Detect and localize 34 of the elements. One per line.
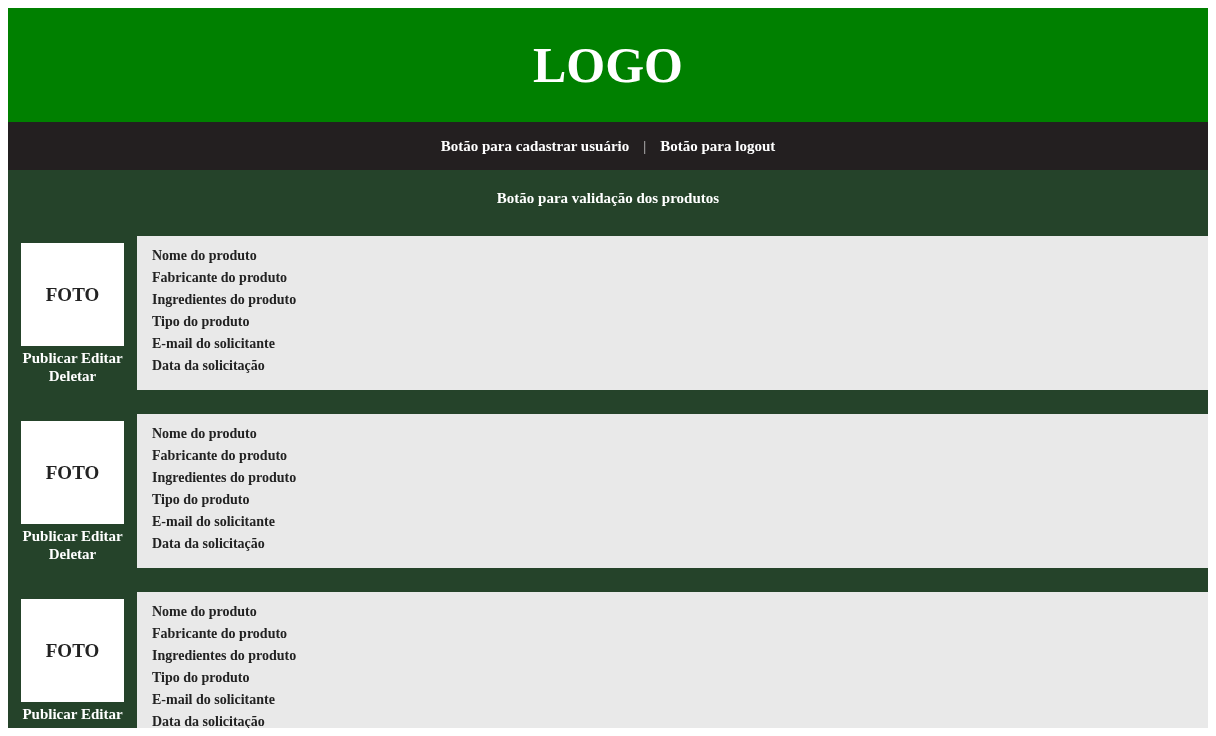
nav-link[interactable]: Botão para logout: [660, 137, 776, 155]
logo: LOGO: [533, 36, 683, 94]
field-label: Tipo do produto: [152, 313, 251, 331]
action-link[interactable]: Publicar: [22, 350, 78, 366]
action-link[interactable]: Deletar: [48, 546, 97, 562]
field-label: Ingredientes do produto: [152, 291, 298, 309]
field-label: Data da solicitação: [152, 357, 266, 375]
action-link[interactable]: Publicar: [22, 706, 78, 722]
field-label: Nome do produto: [152, 425, 258, 443]
field-label: E-mail do solicitante: [152, 513, 276, 531]
action-link[interactable]: Editar: [81, 350, 123, 366]
field-label: E-mail do solicitante: [152, 691, 276, 709]
photo-label: FOTO: [45, 283, 100, 306]
field-label: Fabricante do produto: [152, 447, 289, 465]
action-link[interactable]: Editar: [80, 706, 123, 722]
field-label: Tipo do produto: [152, 669, 251, 687]
separator: |: [643, 137, 647, 155]
action-link[interactable]: Editar: [81, 528, 123, 544]
field-label: Data da solicitação: [152, 713, 266, 728]
field-label: Nome do produto: [152, 603, 258, 621]
field-label: Ingredientes do produto: [152, 469, 298, 487]
photo-label: FOTO: [45, 639, 100, 662]
photo-label: FOTO: [45, 461, 100, 484]
field-label: Tipo do produto: [152, 491, 251, 509]
field-label: Data da solicitação: [152, 535, 266, 553]
field-label: Fabricante do produto: [152, 625, 289, 643]
action-link[interactable]: Deletar: [48, 368, 97, 384]
field-label: Nome do produto: [152, 247, 258, 265]
action-link[interactable]: Publicar: [22, 528, 78, 544]
nav-link[interactable]: Botão para cadastrar usuário: [440, 137, 630, 155]
validation-button[interactable]: Botão para validação dos produtos: [496, 189, 720, 207]
field-label: Ingredientes do produto: [152, 647, 298, 665]
field-label: E-mail do solicitante: [152, 335, 276, 353]
field-label: Fabricante do produto: [152, 269, 289, 287]
